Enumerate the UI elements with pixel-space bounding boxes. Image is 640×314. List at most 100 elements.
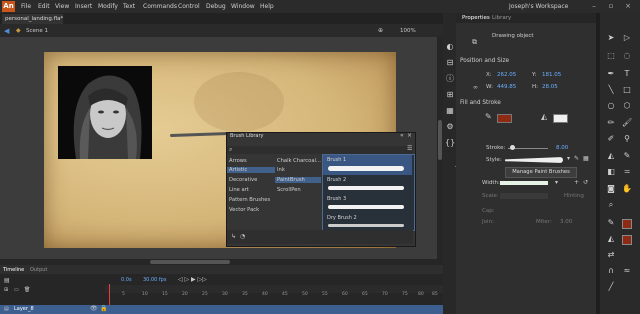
scene-label[interactable]: Scene 1 xyxy=(26,28,48,34)
reset-width-icon[interactable]: ↺ xyxy=(583,179,588,186)
components-icon[interactable]: ⚙ xyxy=(445,122,455,132)
minimize-icon[interactable]: – xyxy=(590,2,598,10)
brush-2-label[interactable]: Brush 2 xyxy=(327,177,346,183)
workspace-switcher[interactable]: Joseph's Workspace xyxy=(509,3,568,10)
portrait-image[interactable] xyxy=(58,66,152,159)
hand-tool-icon[interactable]: ✋ xyxy=(622,184,632,194)
scale-select[interactable] xyxy=(500,193,548,199)
brush-3-label[interactable]: Brush 3 xyxy=(327,196,346,202)
maximize-icon[interactable]: ▫ xyxy=(607,2,615,10)
fill-color-chip[interactable] xyxy=(622,235,632,245)
search-icon[interactable]: ⌕ xyxy=(229,146,232,154)
panel-close-icon[interactable]: × xyxy=(407,132,412,139)
menu-control[interactable]: Control xyxy=(178,3,200,10)
fill-color-swatch[interactable] xyxy=(553,114,568,123)
stroke-color-swatch[interactable] xyxy=(497,114,512,123)
line-tool-icon[interactable]: ╲ xyxy=(606,85,616,95)
straighten-icon[interactable]: ╱ xyxy=(606,282,616,292)
lock-ratio-icon[interactable]: ∞ xyxy=(473,84,478,91)
timeline-ruler[interactable] xyxy=(105,285,443,293)
menu-help[interactable]: Help xyxy=(260,3,274,10)
dropdown-icon[interactable]: ▾ xyxy=(567,155,570,162)
menu-edit[interactable]: Edit xyxy=(38,3,50,10)
layer-name[interactable]: Layer_8 xyxy=(14,306,34,312)
subcategory-paintbrush[interactable]: PaintBrush xyxy=(275,177,321,183)
frame-rate[interactable]: 30.00 fps xyxy=(143,277,166,283)
menu-text[interactable]: Text xyxy=(123,3,135,10)
swap-colors-icon[interactable]: ⇄ xyxy=(606,250,616,260)
brush-1-stroke[interactable] xyxy=(328,166,404,171)
brush-3-stroke[interactable] xyxy=(328,205,404,209)
width-dropdown-icon[interactable]: ▾ xyxy=(555,179,558,186)
category-arrows[interactable]: Arrows xyxy=(229,158,247,164)
dry-brush-2-label[interactable]: Dry Brush 2 xyxy=(327,215,357,221)
document-tab[interactable]: personal_landing.fla* xyxy=(2,14,63,24)
snap-magnet-icon[interactable]: ∩ xyxy=(606,266,616,276)
menu-file[interactable]: File xyxy=(21,3,31,10)
add-width-icon[interactable]: + xyxy=(574,179,579,186)
new-folder-icon[interactable]: ▭ xyxy=(14,287,19,293)
close-icon[interactable]: × xyxy=(624,2,632,10)
layer-eye-icon[interactable]: 👁 xyxy=(90,305,98,312)
menu-insert[interactable]: Insert xyxy=(75,3,92,10)
category-vector-pack[interactable]: Vector Pack xyxy=(229,207,259,213)
menu-debug[interactable]: Debug xyxy=(206,3,226,10)
code-snippets-icon[interactable]: {} xyxy=(445,138,455,148)
info-panel-icon[interactable]: ⓘ xyxy=(445,74,455,84)
pencil-tool-icon[interactable]: ✏ xyxy=(606,118,616,128)
back-arrow-icon[interactable]: ◀ xyxy=(4,27,9,35)
subcategory-chalk[interactable]: Chalk Charcoal... xyxy=(277,158,321,164)
fill-stroke-section-header[interactable]: Fill and Stroke xyxy=(460,100,501,106)
selection-tool-icon[interactable]: ➤ xyxy=(606,33,616,43)
x-value[interactable]: 262.05 xyxy=(497,72,516,78)
eraser-tool-icon[interactable]: ◧ xyxy=(606,167,616,177)
paint-bucket-tool-icon[interactable]: ◭ xyxy=(606,151,616,161)
lasso-tool-icon[interactable]: ◌ xyxy=(622,51,632,61)
rectangle-tool-icon[interactable]: □ xyxy=(622,85,632,95)
width-tool-icon[interactable]: ≍ xyxy=(622,167,632,177)
menu-modify[interactable]: Modify xyxy=(98,3,118,10)
horizontal-scroll-thumb[interactable] xyxy=(150,260,230,264)
list-view-icon[interactable]: ☰ xyxy=(407,145,412,152)
menu-commands[interactable]: Commands xyxy=(143,3,177,10)
h-value[interactable]: 28.05 xyxy=(542,84,558,90)
zoom-select[interactable]: 100% xyxy=(400,28,416,34)
smooth-icon[interactable]: ≈ xyxy=(622,266,632,276)
category-line-art[interactable]: Line art xyxy=(229,187,249,193)
brush-search-bar[interactable] xyxy=(227,146,413,154)
panel-collapse-icon[interactable]: « xyxy=(400,132,404,139)
manage-paint-brushes-button[interactable]: Manage Paint Brushes xyxy=(505,167,577,178)
layer-lock-icon[interactable]: 🔒 xyxy=(100,305,107,312)
menu-view[interactable]: View xyxy=(55,3,69,10)
stroke-slider-thumb[interactable] xyxy=(510,145,515,150)
playback-controls[interactable]: ◁ ▷ ▶ ▷▷ xyxy=(178,276,207,283)
new-layer-icon[interactable]: ⊞ xyxy=(4,287,8,293)
align-icon[interactable]: ⊟ xyxy=(445,58,455,68)
paint-brush-tool-icon[interactable]: ✐ xyxy=(606,134,616,144)
polystar-tool-icon[interactable]: ⬡ xyxy=(622,101,632,111)
oval-tool-icon[interactable]: ○ xyxy=(606,101,616,111)
subcategory-scrollpen[interactable]: ScrollPen xyxy=(277,187,301,193)
stroke-color-chip[interactable] xyxy=(622,219,632,229)
width-profile-select[interactable] xyxy=(500,181,548,185)
category-pattern-brushes[interactable]: Pattern Brushes xyxy=(229,197,270,203)
tab-library[interactable]: Library xyxy=(492,15,511,21)
subcategory-ink[interactable]: Ink xyxy=(277,167,285,173)
dry-brush-2-stroke[interactable] xyxy=(328,224,404,227)
camera-tool-icon[interactable]: ◙ xyxy=(606,184,616,194)
category-artistic[interactable]: Artistic xyxy=(227,167,275,173)
menu-window[interactable]: Window xyxy=(231,3,255,10)
edit-style-icon[interactable]: ✎ xyxy=(574,155,579,162)
brush-library-icon[interactable]: ▦ xyxy=(583,155,589,162)
eyedropper-tool-icon[interactable]: ✎ xyxy=(622,151,632,161)
free-transform-icon[interactable]: ⬚ xyxy=(606,51,616,61)
frame-time[interactable]: 0.0s xyxy=(121,277,132,283)
stroke-value[interactable]: 8.00 xyxy=(556,145,568,151)
bone-tool-icon[interactable]: ⚲ xyxy=(622,134,632,144)
text-tool-icon[interactable]: T xyxy=(622,69,632,79)
color-icon[interactable]: ◐ xyxy=(445,42,455,52)
info-icon[interactable]: ◔ xyxy=(240,233,245,240)
brush-1-label[interactable]: Brush 1 xyxy=(327,157,346,163)
brush-tool-icon[interactable]: 🖌 xyxy=(622,118,632,128)
tab-timeline[interactable]: Timeline xyxy=(3,267,24,273)
